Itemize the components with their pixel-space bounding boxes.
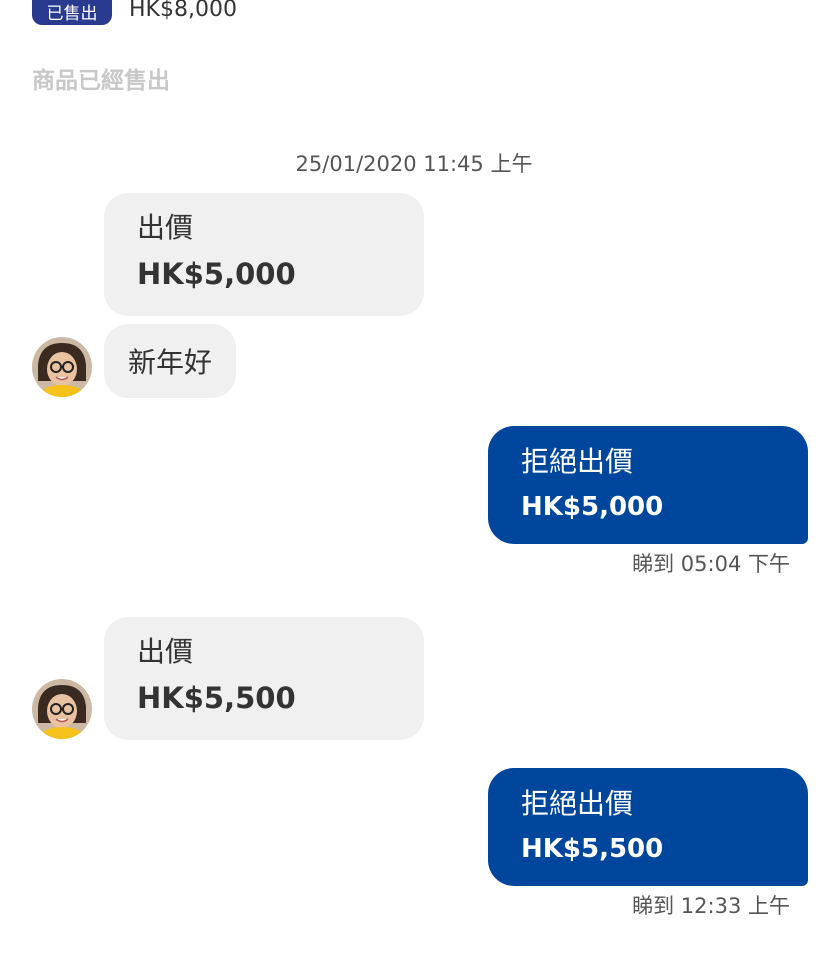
reject-offer-message: 拒絕出價 HK$5,000 (488, 426, 808, 544)
sold-status-text: 商品已經售出 (32, 68, 170, 94)
listing-price: HK$8,000 (129, 0, 237, 22)
user-avatar-image (32, 337, 92, 397)
read-receipt: 睇到 05:04 下午 (632, 552, 790, 576)
reject-amount: HK$5,000 (521, 492, 664, 522)
offer-amount: HK$5,500 (137, 681, 296, 715)
user-avatar[interactable] (32, 337, 92, 397)
reject-offer-message: 拒絕出價 HK$5,500 (488, 768, 808, 886)
reject-amount: HK$5,500 (521, 834, 664, 864)
offer-message: 出價 HK$5,500 (104, 617, 424, 740)
chat-timestamp: 25/01/2020 11:45 上午 (295, 152, 533, 176)
read-receipt: 睇到 12:33 上午 (632, 894, 790, 918)
sold-badge: 已售出 (32, 0, 112, 25)
text-message: 新年好 (104, 324, 237, 398)
reject-label: 拒絕出價 (521, 445, 634, 478)
user-avatar-image (32, 679, 92, 739)
reject-label: 拒絕出價 (521, 787, 634, 820)
user-avatar[interactable] (32, 679, 92, 739)
offer-label: 出價 (137, 635, 194, 668)
offer-amount: HK$5,000 (137, 257, 296, 291)
offer-message: 出價 HK$5,000 (104, 193, 424, 316)
message-text: 新年好 (128, 346, 213, 379)
offer-label: 出價 (137, 211, 194, 244)
